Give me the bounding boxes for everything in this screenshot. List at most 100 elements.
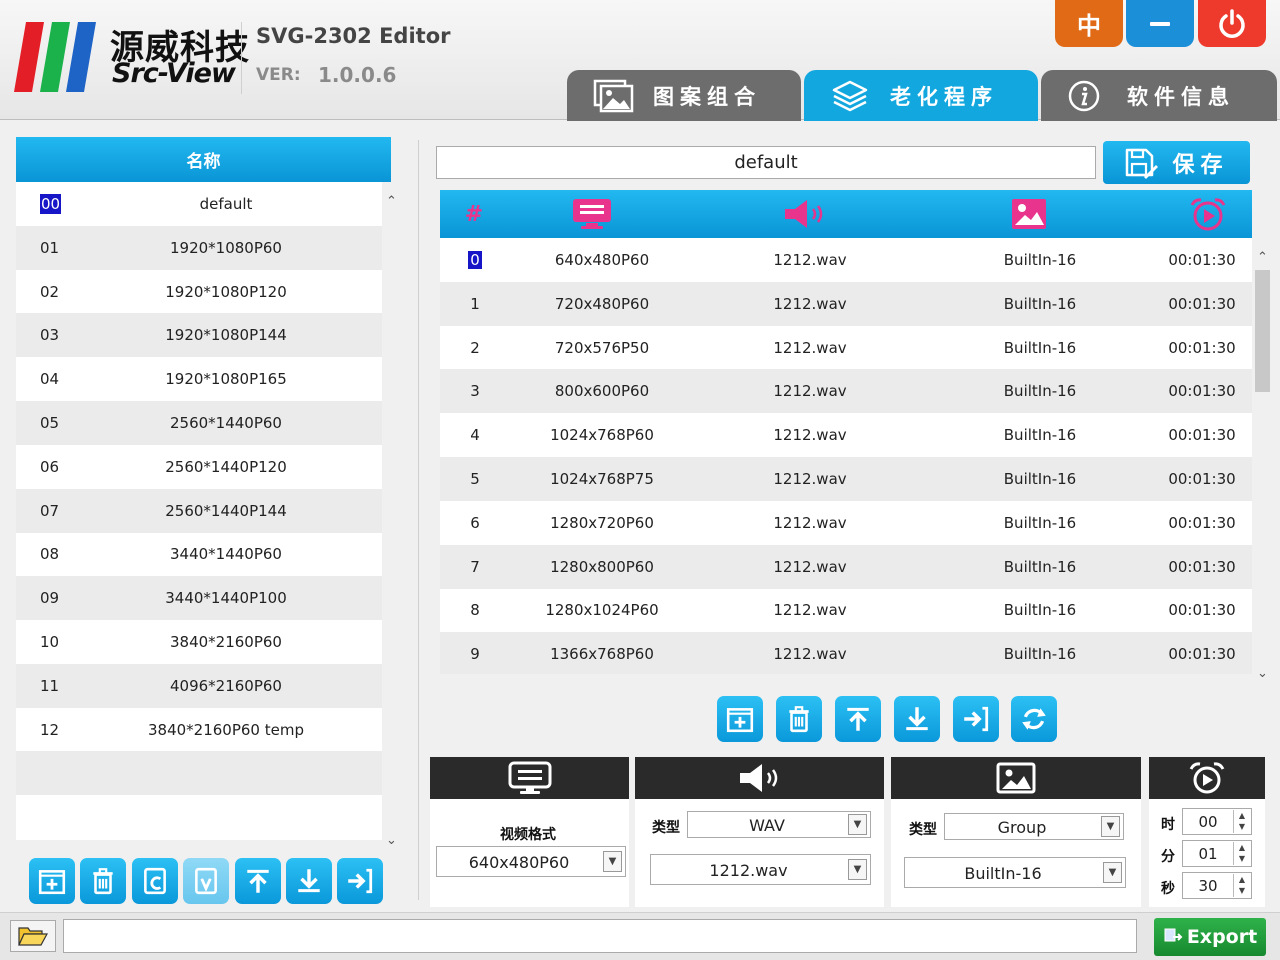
copy-program-button[interactable] — [132, 858, 178, 904]
open-folder-button[interactable] — [10, 920, 56, 952]
tab-label: 老化程序 — [890, 84, 998, 109]
table-row[interactable]: 6 1280x720P60 1212.wav BuiltIn-16 00:01:30 — [440, 501, 1252, 545]
list-item[interactable]: 11 4096*2160P60 — [16, 663, 382, 708]
list-item-name: 1920*1080P120 — [165, 282, 287, 301]
list-item-name: 1920*1080P144 — [165, 326, 287, 345]
delete-program-button[interactable] — [80, 858, 126, 904]
list-item[interactable]: 07 2560*1440P144 — [16, 488, 382, 533]
step-pattern: BuiltIn-16 — [1003, 513, 1077, 532]
step-index: 8 — [470, 601, 480, 620]
list-item[interactable]: 10 3840*2160P60 — [16, 620, 382, 664]
chevron-down-icon: ▼ — [848, 859, 867, 880]
add-program-button[interactable] — [29, 858, 75, 904]
scroll-up-icon[interactable]: ⌃ — [1257, 250, 1268, 265]
file-path-input[interactable] — [63, 919, 1137, 953]
table-row[interactable]: 3 800x600P60 1212.wav BuiltIn-16 00:01:30 — [440, 369, 1252, 414]
spin-arrows-icon[interactable]: ▲ ▼ — [1233, 810, 1250, 833]
program-list[interactable]: 00 default 01 1920*1080P60 02 1920*1080P120 03… — [16, 182, 382, 840]
list-item[interactable]: 01 1920*1080P60 — [16, 225, 382, 270]
steps-table-scrollbar[interactable]: ⌃ ⌄ — [1254, 240, 1271, 681]
minute-spinner[interactable]: 01 ▲ ▼ — [1182, 840, 1252, 867]
list-item[interactable]: 12 3840*2160P60 temp — [16, 708, 382, 752]
program-list-scrollbar[interactable]: ⌃ ⌄ — [383, 182, 400, 848]
table-row[interactable]: 9 1366x768P60 1212.wav BuiltIn-16 00:01:30 — [440, 632, 1252, 674]
table-row[interactable]: 4 1024x768P60 1212.wav BuiltIn-16 00:01:30 — [440, 413, 1252, 457]
add-icon — [726, 708, 754, 733]
step-pattern: BuiltIn-16 — [1003, 251, 1077, 269]
save-button[interactable]: 保存 — [1103, 141, 1250, 184]
spin-arrows-icon[interactable]: ▲ ▼ — [1233, 874, 1250, 897]
step-audio-file: 1212.wav — [773, 294, 847, 313]
scroll-thumb[interactable] — [1255, 270, 1270, 392]
pattern-type-select[interactable]: Group ▼ — [944, 813, 1124, 840]
video-format-select[interactable]: 640x480P60 ▼ — [436, 846, 626, 877]
delete-step-button[interactable] — [776, 696, 822, 742]
duration-panel-header — [1149, 757, 1265, 799]
step-video-format: 1024x768P75 — [550, 470, 654, 488]
list-item[interactable]: 09 3440*1440P100 — [16, 576, 382, 621]
table-row[interactable]: 7 1280x800P60 1212.wav BuiltIn-16 00:01:30 — [440, 544, 1252, 589]
audio-file-select[interactable]: 1212.wav ▼ — [650, 854, 871, 885]
list-item[interactable]: 06 2560*1440P120 — [16, 445, 382, 489]
refresh-steps-button[interactable] — [1011, 696, 1057, 742]
add-icon — [38, 870, 66, 895]
scroll-down-icon[interactable]: ⌄ — [1257, 666, 1268, 681]
list-item-index: 00 — [40, 194, 62, 214]
list-item[interactable]: 08 3440*1440P60 — [16, 532, 382, 576]
step-video-format: 1024x768P60 — [550, 426, 654, 445]
step-pattern: BuiltIn-16 — [1003, 338, 1077, 357]
step-duration: 00:01:30 — [1168, 470, 1236, 488]
program-name-input[interactable] — [436, 146, 1096, 179]
tab-aging-program[interactable]: 老化程序 — [804, 70, 1038, 121]
list-item-index: 02 — [40, 282, 60, 301]
list-item[interactable]: 00 default — [16, 182, 382, 226]
import-program-button[interactable] — [337, 858, 383, 904]
move-step-up-button[interactable] — [835, 696, 881, 742]
minimize-button[interactable] — [1126, 0, 1194, 47]
list-item-name: 3840*2160P60 temp — [148, 720, 304, 739]
select-value: 640x480P60 — [468, 853, 570, 872]
paste-program-button[interactable] — [183, 858, 229, 904]
table-row[interactable]: 5 1024x768P75 1212.wav BuiltIn-16 00:01:30 — [440, 457, 1252, 501]
table-row[interactable]: 1 720x480P60 1212.wav BuiltIn-16 00:01:30 — [440, 281, 1252, 326]
scroll-down-icon[interactable]: ⌄ — [386, 833, 397, 848]
tab-software-info[interactable]: 软件信息 — [1041, 70, 1277, 121]
step-duration: 00:01:30 — [1168, 338, 1236, 357]
list-item[interactable]: 04 1920*1080P165 — [16, 357, 382, 401]
language-button[interactable]: 中 — [1055, 0, 1123, 47]
list-item-name: 3440*1440P100 — [165, 589, 287, 608]
add-step-button[interactable] — [717, 696, 763, 742]
table-row[interactable]: 0 640x480P60 1212.wav BuiltIn-16 00:01:30 — [440, 238, 1252, 282]
power-close-button[interactable] — [1198, 0, 1266, 47]
select-value: BuiltIn-16 — [964, 864, 1042, 883]
list-item-index: 05 — [40, 414, 60, 432]
move-program-down-button[interactable] — [286, 858, 332, 904]
export-button[interactable]: Export — [1154, 918, 1266, 956]
list-item-name: 1920*1080P165 — [165, 370, 287, 389]
scroll-up-icon[interactable]: ⌃ — [386, 194, 397, 209]
list-item[interactable]: 03 1920*1080P144 — [16, 313, 382, 358]
panel-divider — [418, 140, 419, 900]
step-video-format: 640x480P60 — [554, 251, 650, 269]
pattern-file-select[interactable]: BuiltIn-16 ▼ — [904, 857, 1126, 888]
video-panel-header — [430, 757, 629, 799]
move-program-up-button[interactable] — [235, 858, 281, 904]
spin-arrows-icon[interactable]: ▲ ▼ — [1233, 842, 1250, 865]
step-pattern: BuiltIn-16 — [1003, 470, 1077, 488]
list-item-index: 04 — [40, 370, 60, 389]
steps-table[interactable]: 0 640x480P60 1212.wav BuiltIn-16 00:01:30 1 72… — [440, 238, 1252, 674]
trash-icon — [93, 868, 113, 895]
move-up-icon — [247, 869, 269, 893]
move-step-down-button[interactable] — [894, 696, 940, 742]
table-row[interactable]: 2 720x576P50 1212.wav BuiltIn-16 00:01:30 — [440, 326, 1252, 370]
import-icon — [964, 706, 989, 732]
audio-type-select[interactable]: WAV ▼ — [687, 811, 871, 838]
tab-pattern-group[interactable]: 图案组合 — [567, 70, 801, 121]
table-row[interactable]: 8 1280x1024P60 1212.wav BuiltIn-16 00:01:30 — [440, 588, 1252, 632]
hour-spinner[interactable]: 00 ▲ ▼ — [1182, 808, 1252, 835]
step-audio-file: 1212.wav — [773, 382, 847, 401]
apply-step-button[interactable] — [953, 696, 999, 742]
list-item[interactable]: 05 2560*1440P60 — [16, 401, 382, 445]
list-item[interactable]: 02 1920*1080P120 — [16, 270, 382, 314]
second-spinner[interactable]: 30 ▲ ▼ — [1182, 872, 1252, 899]
